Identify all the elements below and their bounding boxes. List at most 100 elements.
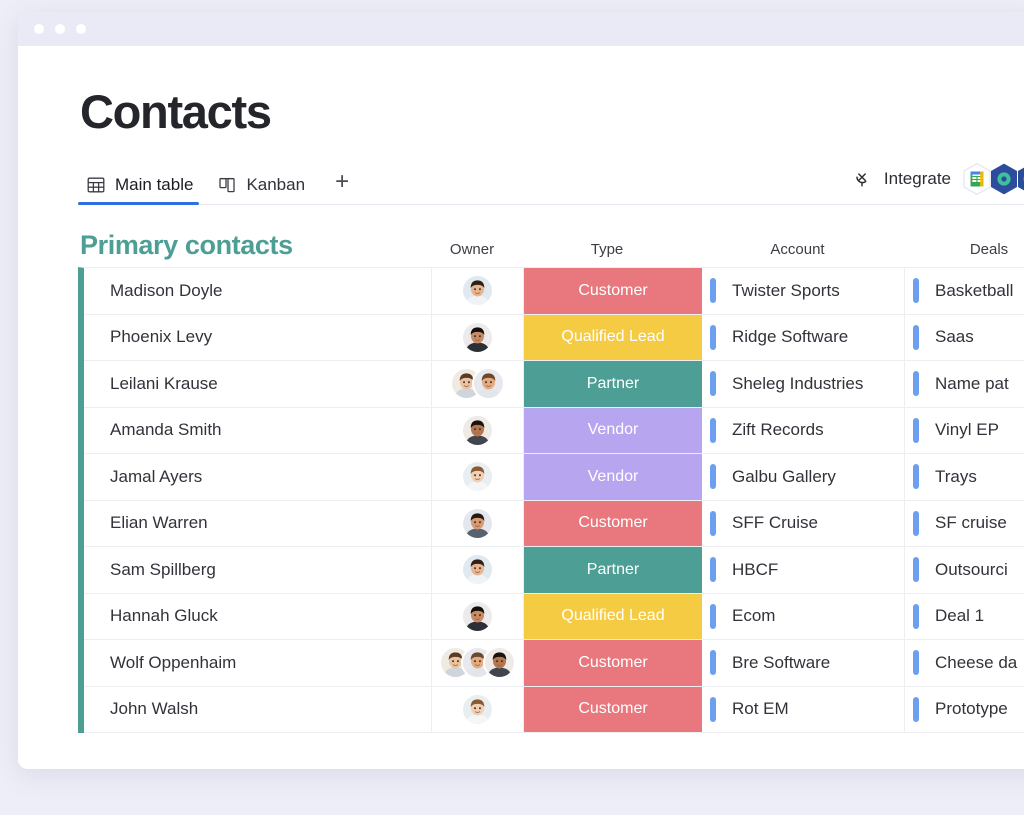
cell-account[interactable]: SFF Cruise — [702, 500, 905, 546]
cell-owner[interactable] — [432, 454, 524, 500]
cell-contact-name[interactable]: Amanda Smith — [84, 407, 432, 453]
avatar[interactable] — [461, 460, 494, 494]
tab-kanban-label: Kanban — [246, 175, 306, 194]
link-bar-icon — [913, 557, 919, 583]
cell-contact-name[interactable]: Madison Doyle — [84, 268, 432, 314]
cell-deals-label: Cheese da — [935, 652, 1018, 672]
window-dot-close[interactable] — [34, 24, 44, 34]
cell-account-label: Twister Sports — [732, 280, 840, 300]
cell-deals[interactable]: Outsourci — [905, 547, 1024, 593]
link-bar-icon — [710, 417, 716, 443]
avatar[interactable] — [461, 320, 494, 354]
cell-owner[interactable] — [432, 640, 524, 686]
column-header-type[interactable]: Type — [518, 241, 696, 261]
cell-account[interactable]: Bre Software — [702, 640, 905, 686]
cell-owner[interactable] — [432, 686, 524, 732]
cell-deals[interactable]: Prototype — [905, 686, 1024, 732]
cell-type-status[interactable]: Customer — [524, 640, 702, 686]
cell-account[interactable]: Ecom — [702, 593, 905, 639]
cell-type-status[interactable]: Vendor — [524, 407, 702, 453]
link-bar-icon — [913, 278, 919, 304]
cell-deals[interactable]: Saas — [905, 314, 1024, 360]
avatar-group — [461, 274, 494, 308]
window-dot-minimize[interactable] — [55, 24, 65, 34]
avatar[interactable] — [461, 599, 494, 633]
cell-contact-name[interactable]: Phoenix Levy — [84, 314, 432, 360]
cell-type-status[interactable]: Customer — [524, 686, 702, 732]
cell-account-label: Bre Software — [732, 652, 831, 672]
cell-type-status[interactable]: Qualified Lead — [524, 314, 702, 360]
cell-account[interactable]: Rot EM — [702, 686, 905, 732]
tab-kanban[interactable]: Kanban — [209, 175, 321, 204]
cell-contact-name[interactable]: Wolf Oppenhaim — [84, 640, 432, 686]
avatar-group — [461, 413, 494, 447]
cell-account[interactable]: Galbu Gallery — [702, 454, 905, 500]
cell-type-status[interactable]: Partner — [524, 547, 702, 593]
cell-deals-label: Trays — [935, 466, 977, 486]
cell-deals[interactable]: Trays — [905, 454, 1024, 500]
cell-account[interactable]: Ridge Software — [702, 314, 905, 360]
cell-deals[interactable]: Vinyl EP — [905, 407, 1024, 453]
cell-deals[interactable]: Basketball — [905, 268, 1024, 314]
browser-window: Contacts Main table Kanban + Integrate P… — [18, 12, 1024, 769]
table-row[interactable]: Hannah Gluck Qualified Lead Ecom Deal 1 — [84, 593, 1024, 640]
cell-contact-name[interactable]: Jamal Ayers — [84, 454, 432, 500]
table-row[interactable]: Jamal Ayers Vendor Galbu Gallery Trays — [84, 454, 1024, 501]
avatar[interactable] — [461, 553, 494, 587]
link-bar-icon — [913, 417, 919, 443]
cell-contact-name[interactable]: Sam Spillberg — [84, 547, 432, 593]
integrate-button[interactable]: Integrate — [852, 169, 951, 189]
table-row[interactable]: Sam Spillberg Partner HBCF Outsourci — [84, 547, 1024, 594]
tab-main-table[interactable]: Main table — [78, 175, 209, 205]
cell-deals[interactable]: SF cruise — [905, 500, 1024, 546]
table-row[interactable]: Leilani Krause Partner Sheleg Industries Na… — [84, 361, 1024, 408]
table-row[interactable]: Elian Warren Customer SFF Cruise SF cruise — [84, 500, 1024, 547]
avatar[interactable] — [483, 646, 516, 680]
cell-contact-name[interactable]: Elian Warren — [84, 500, 432, 546]
cell-contact-name[interactable]: John Walsh — [84, 686, 432, 732]
avatar[interactable] — [472, 367, 505, 401]
cell-deals[interactable]: Name pat — [905, 361, 1024, 407]
cell-type-status[interactable]: Customer — [524, 268, 702, 314]
avatar-group — [461, 320, 494, 354]
window-dot-maximize[interactable] — [76, 24, 86, 34]
cell-deals[interactable]: Cheese da — [905, 640, 1024, 686]
cell-owner[interactable] — [432, 361, 524, 407]
cell-contact-name[interactable]: Leilani Krause — [84, 361, 432, 407]
cell-account-label: Zift Records — [732, 420, 824, 440]
cell-account-label: Sheleg Industries — [732, 373, 864, 393]
cell-owner[interactable] — [432, 407, 524, 453]
cell-owner[interactable] — [432, 314, 524, 360]
add-view-button[interactable]: + — [321, 170, 363, 204]
avatar[interactable] — [461, 274, 494, 308]
avatar[interactable] — [461, 692, 494, 726]
table-row[interactable]: Madison Doyle Customer Twister Sports Baske… — [84, 268, 1024, 315]
cell-owner[interactable] — [432, 268, 524, 314]
cell-contact-name[interactable]: Hannah Gluck — [84, 593, 432, 639]
cell-type-status[interactable]: Vendor — [524, 454, 702, 500]
cell-type-status[interactable]: Qualified Lead — [524, 593, 702, 639]
table-row[interactable]: Amanda Smith Vendor Zift Records Vinyl EP — [84, 407, 1024, 454]
cell-account[interactable]: Zift Records — [702, 407, 905, 453]
column-header-deals[interactable]: Deals — [899, 241, 1024, 261]
cell-account[interactable]: Sheleg Industries — [702, 361, 905, 407]
cell-type-status[interactable]: Partner — [524, 361, 702, 407]
table-row[interactable]: Phoenix Levy Qualified Lead Ridge Software… — [84, 314, 1024, 361]
cell-owner[interactable] — [432, 500, 524, 546]
table-icon — [86, 175, 106, 195]
cell-type-status[interactable]: Customer — [524, 500, 702, 546]
cell-owner[interactable] — [432, 593, 524, 639]
app-navy-icon[interactable] — [1014, 162, 1024, 196]
cell-account[interactable]: Twister Sports — [702, 268, 905, 314]
cell-account[interactable]: HBCF — [702, 547, 905, 593]
avatar[interactable] — [461, 413, 494, 447]
avatar[interactable] — [461, 506, 494, 540]
cell-account-label: Galbu Gallery — [732, 466, 836, 486]
column-header-owner[interactable]: Owner — [426, 241, 518, 261]
cell-deals-label: Name pat — [935, 373, 1009, 393]
cell-deals[interactable]: Deal 1 — [905, 593, 1024, 639]
table-row[interactable]: John Walsh Customer Rot EM Prototype — [84, 686, 1024, 733]
table-row[interactable]: Wolf Oppenhaim Customer Bre Software Cheese… — [84, 640, 1024, 687]
column-header-account[interactable]: Account — [696, 241, 899, 261]
cell-owner[interactable] — [432, 547, 524, 593]
